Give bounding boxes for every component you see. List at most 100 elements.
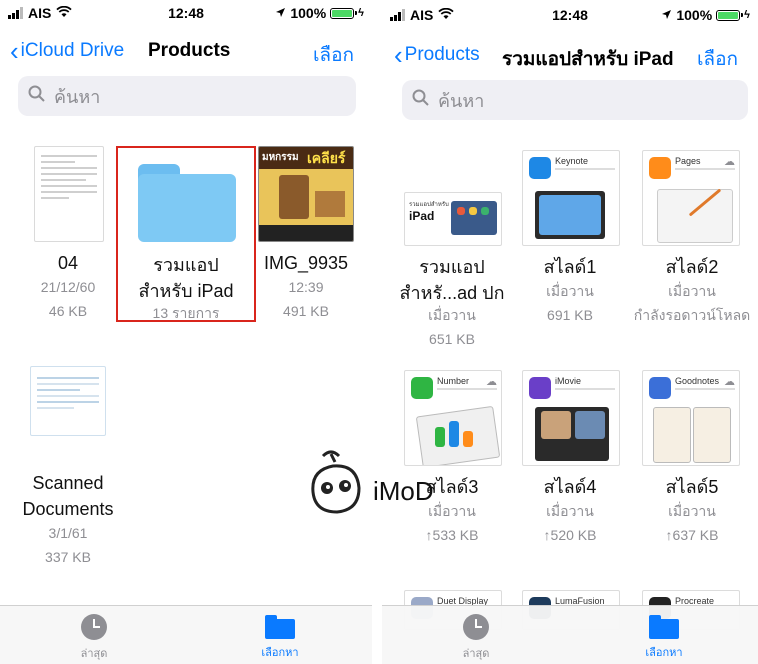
file-tile-slide4[interactable]: iMovie สไลด์4 เมื่อวาน ↑520 KB xyxy=(510,368,630,558)
document-thumbnail: รวมแอปสำหรับ iPad xyxy=(404,192,502,246)
status-bar: AIS 12:48 100% ϟ xyxy=(0,0,372,28)
file-name-line2: สำหรั...ad ปก xyxy=(399,283,505,303)
chevron-left-icon: ‹ xyxy=(10,36,19,66)
file-tile-slide5[interactable]: Goodnotes ☁ สไลด์5 เมื่อวาน ↑637 KB xyxy=(628,368,756,558)
file-name: สไลด์3 xyxy=(425,477,479,497)
goodnotes-icon xyxy=(649,377,671,399)
folder-item-count: 13 รายการ xyxy=(152,305,220,321)
upload-status: ↑520 KB xyxy=(543,527,597,543)
folder-name-line1: รวมแอป xyxy=(153,255,219,275)
thumb-app-name: Keynote xyxy=(555,156,589,166)
file-date: เมื่อวาน xyxy=(546,283,594,299)
clock-icon xyxy=(463,614,489,640)
file-tile-slide3[interactable]: Number ☁ สไลด์3 เมื่อวาน ↑533 KB xyxy=(392,368,512,558)
search-icon xyxy=(412,89,430,112)
file-tile-img-9935[interactable]: มหกรรม เคลียร์ IMG_9935 12:39 491 KB xyxy=(254,140,358,320)
file-name-line2: Documents xyxy=(22,499,114,519)
cloud-upload-icon: ☁ xyxy=(486,376,497,388)
file-date: เมื่อวาน xyxy=(428,503,476,519)
file-name: IMG_9935 xyxy=(263,253,349,273)
status-bar: AIS 12:48 100% ϟ xyxy=(382,2,758,30)
file-name: สไลด์1 xyxy=(543,257,597,277)
file-date: เมื่อวาน xyxy=(428,307,476,323)
file-date: 3/1/61 xyxy=(48,525,88,541)
file-tile-ipad-apps-cover[interactable]: รวมแอปสำหรับ iPad รวมแอป สำหรั...ad ปก เ… xyxy=(392,148,512,348)
file-size: 46 KB xyxy=(48,303,88,319)
folder-tile-ipad-apps[interactable]: รวมแอป สำหรับ iPad 13 รายการ xyxy=(116,146,256,322)
tab-browse-label: เลือกหา xyxy=(261,647,299,659)
file-tile-04[interactable]: 04 21/12/60 46 KB xyxy=(18,140,118,320)
right-panel: AIS 12:48 100% ϟ ‹ Products รวมแอปสำหรับ… xyxy=(382,0,758,664)
tab-browse[interactable]: เลือกหา xyxy=(240,614,320,661)
folder-icon xyxy=(265,615,295,639)
tab-bar: ล่าสุด เลือกหา xyxy=(0,605,372,664)
location-icon xyxy=(275,5,286,21)
download-status: กำลังรอดาวน์โหลด xyxy=(633,307,751,323)
page-title: รวมแอปสำหรับ iPad xyxy=(502,49,674,70)
file-date: เมื่อวาน xyxy=(668,503,716,519)
file-size: 651 KB xyxy=(429,331,475,347)
file-tile-scanned-documents[interactable]: Scanned Documents 3/1/61 337 KB xyxy=(16,360,120,570)
cloud-download-icon: ☁ xyxy=(724,156,735,168)
slide-thumbnail: Number ☁ xyxy=(404,370,502,466)
document-thumbnail xyxy=(34,146,104,242)
tab-recents[interactable]: ล่าสุด xyxy=(54,614,134,662)
page-title: Products xyxy=(148,40,231,61)
select-button[interactable]: เลือก xyxy=(697,44,738,74)
search-placeholder: ค้นหา xyxy=(54,86,101,107)
thumb-app-name: Pages xyxy=(675,156,701,166)
slide-thumbnail: Pages ☁ xyxy=(642,150,740,246)
file-size: 337 KB xyxy=(45,549,91,565)
panel-divider xyxy=(372,0,382,664)
charging-icon: ϟ xyxy=(358,7,364,19)
select-button[interactable]: เลือก xyxy=(313,40,354,70)
tab-recents[interactable]: ล่าสุด xyxy=(436,614,516,662)
back-label: Products xyxy=(404,44,480,65)
folder-icon xyxy=(138,164,236,242)
thumb-line1: รวมแอปสำหรับ xyxy=(409,202,449,208)
folder-icon xyxy=(649,615,679,639)
file-name: 04 xyxy=(57,253,79,273)
back-button[interactable]: ‹ Products xyxy=(394,42,480,68)
file-time: 12:39 xyxy=(288,279,324,295)
file-tile-slide1[interactable]: Keynote สไลด์1 เมื่อวาน 691 KB xyxy=(510,148,630,348)
thumb-banner-a: มหกรรม xyxy=(262,152,299,163)
slide-thumbnail: iMovie xyxy=(522,370,620,466)
tab-recents-label: ล่าสุด xyxy=(462,648,490,660)
tab-recents-label: ล่าสุด xyxy=(80,648,108,660)
file-size: 491 KB xyxy=(283,303,329,319)
navigation-bar: ‹ iCloud Drive Products เลือก xyxy=(0,34,372,70)
file-date: 21/12/60 xyxy=(40,279,96,295)
slide-thumbnail: Goodnotes ☁ xyxy=(642,370,740,466)
clock-icon xyxy=(81,614,107,640)
search-field[interactable]: ค้นหา xyxy=(18,76,356,116)
back-label: iCloud Drive xyxy=(20,40,125,61)
tab-bar: ล่าสุด เลือกหา xyxy=(382,605,758,664)
upload-status: ↑533 KB xyxy=(425,527,479,543)
slide-thumbnail: Keynote xyxy=(522,150,620,246)
keynote-icon xyxy=(529,157,551,179)
thumb-line2: iPad xyxy=(409,209,435,223)
thumb-app-name: Goodnotes xyxy=(675,376,720,386)
search-icon xyxy=(28,85,46,108)
file-name: สไลด์2 xyxy=(665,257,719,277)
battery-percent: 100% xyxy=(290,5,327,21)
imovie-icon xyxy=(529,377,551,399)
file-size: 691 KB xyxy=(547,307,593,323)
image-thumbnail: มหกรรม เคลียร์ xyxy=(258,146,354,242)
battery-percent: 100% xyxy=(676,7,713,23)
file-date: เมื่อวาน xyxy=(546,503,594,519)
location-icon xyxy=(661,7,672,23)
folder-name-line2: สำหรับ iPad xyxy=(138,281,234,301)
tab-browse[interactable]: เลือกหา xyxy=(624,614,704,661)
search-placeholder: ค้นหา xyxy=(438,90,485,111)
numbers-icon xyxy=(411,377,433,399)
upload-status: ↑637 KB xyxy=(665,527,719,543)
pages-icon xyxy=(649,157,671,179)
file-name: สไลด์5 xyxy=(665,477,719,497)
search-field[interactable]: ค้นหา xyxy=(402,80,748,120)
file-name-line1: Scanned xyxy=(32,473,104,493)
back-button[interactable]: ‹ iCloud Drive xyxy=(10,36,125,66)
file-tile-slide2[interactable]: Pages ☁ สไลด์2 เมื่อวาน กำลังรอดาวน์โหลด xyxy=(628,148,756,348)
thumb-app-name: iMovie xyxy=(555,376,582,386)
